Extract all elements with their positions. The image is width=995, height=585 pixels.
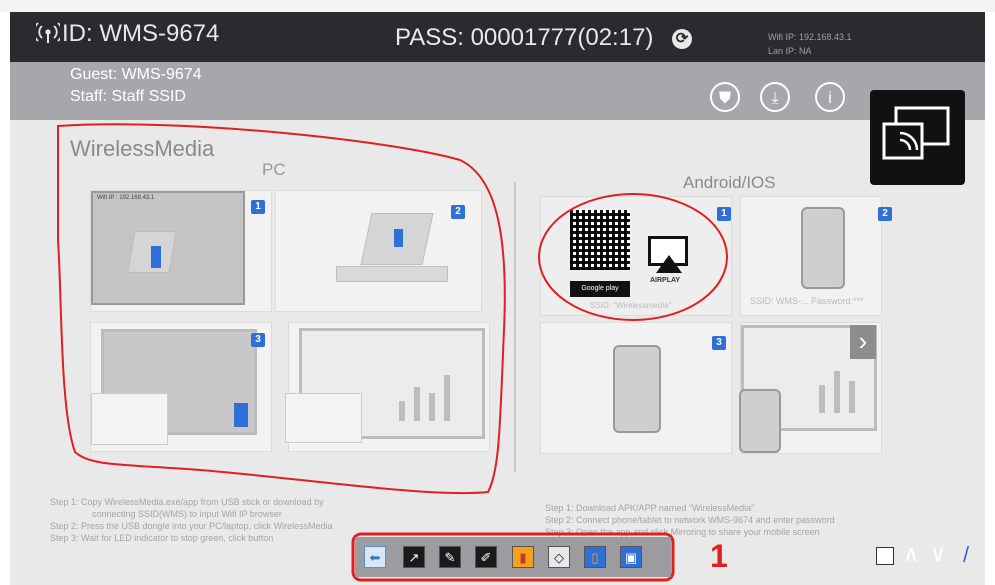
shapes-tool[interactable]: ◇: [548, 546, 570, 568]
red-annotation-overlay: [57, 123, 728, 582]
whiteboard-screen: ID: WMS-9674 PASS: 00001777(02:17) ⟳ Wif…: [0, 0, 995, 585]
clear-tool[interactable]: ▯: [584, 546, 606, 568]
chevron-up-icon[interactable]: ∧: [903, 541, 919, 567]
annotation-number: 1: [710, 538, 728, 574]
brush-tool[interactable]: ✐: [475, 546, 497, 568]
back-tool[interactable]: ⬅: [364, 546, 386, 568]
save-icon[interactable]: [876, 547, 894, 565]
forward-tool[interactable]: ↗: [403, 546, 425, 568]
eraser-tool[interactable]: ▮: [512, 546, 534, 568]
pen-tool[interactable]: ✎: [439, 546, 461, 568]
save-tool[interactable]: ▣: [620, 546, 642, 568]
pen-icon[interactable]: /: [963, 542, 969, 568]
chevron-down-icon[interactable]: ∨: [930, 541, 946, 567]
